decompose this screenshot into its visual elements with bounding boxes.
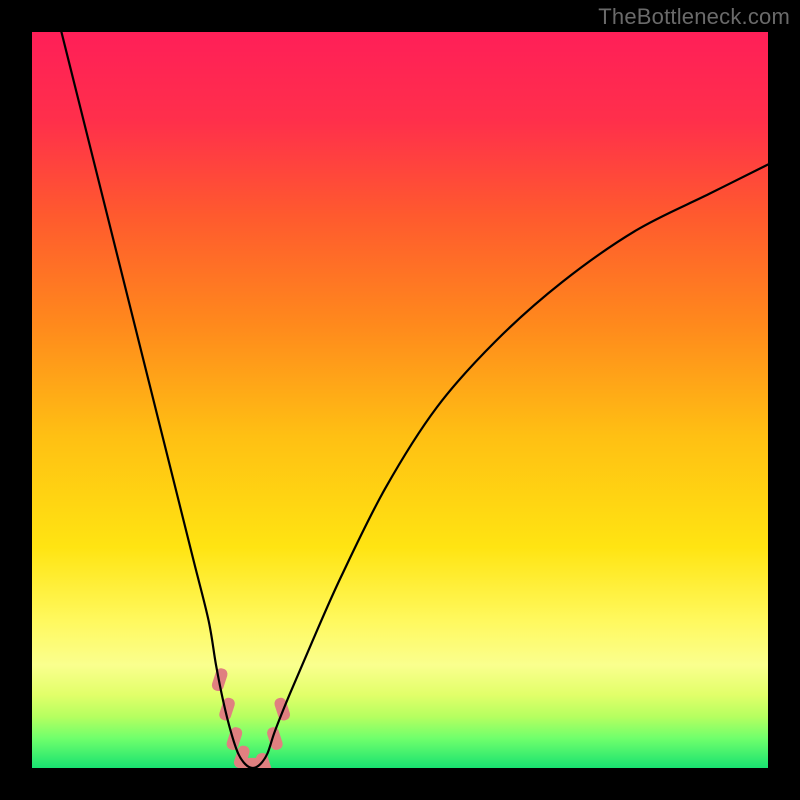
gradient-background: [32, 32, 768, 768]
plot-area: [32, 32, 768, 768]
chart-frame: TheBottleneck.com: [0, 0, 800, 800]
watermark-text: TheBottleneck.com: [598, 4, 790, 30]
chart-svg: [32, 32, 768, 768]
